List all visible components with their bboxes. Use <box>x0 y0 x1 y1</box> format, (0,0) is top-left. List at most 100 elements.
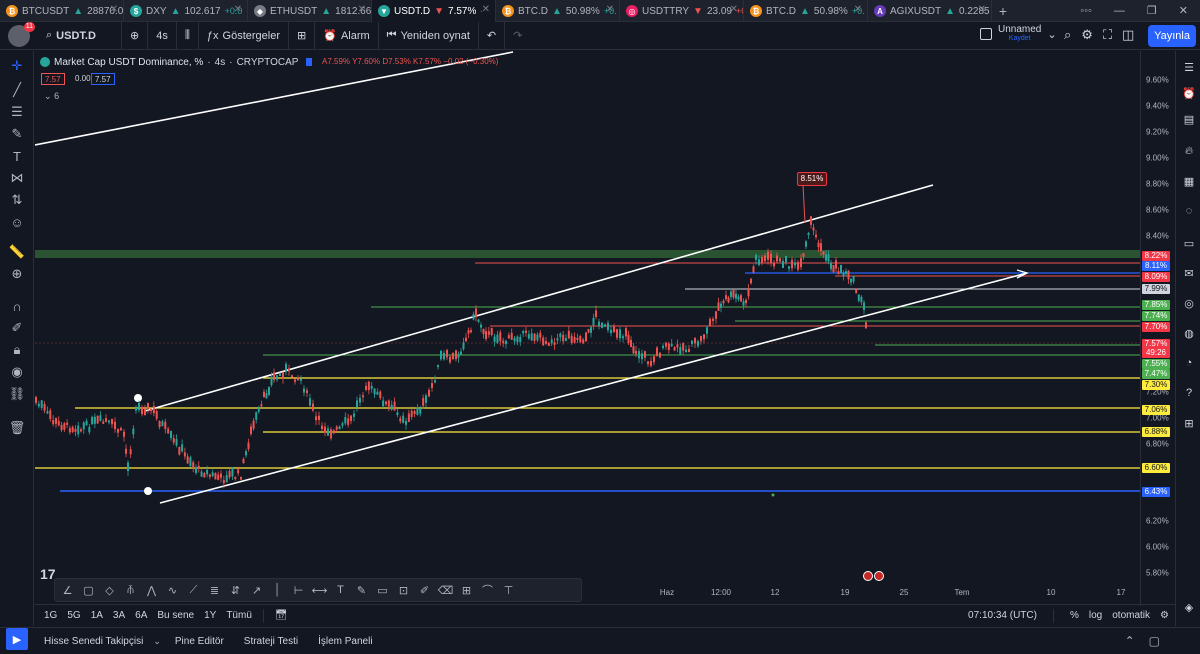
eraser-icon[interactable]: ⌫ <box>435 580 456 600</box>
path-icon[interactable]: ⟋ <box>183 580 204 600</box>
publish-button[interactable]: Yayınla <box>1148 25 1196 47</box>
link-icon[interactable]: ⛓ <box>7 385 27 403</box>
quick-search-icon[interactable]: ⌕ <box>1064 27 1071 43</box>
text-icon[interactable]: T <box>330 580 351 600</box>
alerts-clock-icon[interactable]: ⏰ <box>1181 85 1197 101</box>
settings-gear-icon[interactable]: ⚙ <box>1081 27 1093 43</box>
event-flags[interactable] <box>863 571 884 581</box>
broadcast-icon[interactable]: ◍ <box>1181 325 1197 341</box>
avatar[interactable]: 11 <box>8 21 35 47</box>
price-axis[interactable]: 9.60%9.40%9.20%9.00%8.80%8.60%8.40%8.20%… <box>1140 51 1175 606</box>
calendar-icon[interactable]: ▦ <box>1181 173 1197 189</box>
price-level-label[interactable]: 6.43% <box>1142 487 1170 497</box>
price-level-label[interactable]: 8.11% <box>1142 261 1170 271</box>
footer-tab[interactable]: Pine Editör <box>165 636 234 647</box>
compare-button[interactable]: ⊕ <box>122 21 149 50</box>
watchlist-icon[interactable]: ☰ <box>1181 59 1197 75</box>
stay-drawing-icon[interactable]: ✐ <box>7 319 27 337</box>
close-tab-icon[interactable]: ✕ <box>358 4 366 15</box>
camera-icon[interactable]: ◫ <box>1122 27 1134 43</box>
streams-icon[interactable]: ◎ <box>1181 295 1197 311</box>
price-level-label[interactable]: 6.60% <box>1142 463 1170 473</box>
highlighter-icon[interactable]: ✐ <box>414 580 435 600</box>
close-window-icon[interactable]: ✕ <box>1179 4 1188 17</box>
emoji-icon[interactable]: ☺ <box>7 213 27 231</box>
range-button[interactable]: 5G <box>62 610 85 621</box>
templates-button[interactable]: ⊞ <box>289 21 316 50</box>
brush-icon[interactable]: ✎ <box>351 580 372 600</box>
axis-settings-icon[interactable]: ⚙ <box>1160 610 1169 621</box>
price-level-label[interactable]: 8.22% <box>1142 251 1170 261</box>
help-icon[interactable]: ? <box>1181 385 1197 401</box>
new-tab-button[interactable]: + <box>992 0 1014 21</box>
vertical-line-icon[interactable]: │ <box>267 580 288 600</box>
messages-icon[interactable]: ✉ <box>1181 265 1197 281</box>
hotlist-fire-icon[interactable]: 🔥︎ <box>1181 143 1197 159</box>
undo-button[interactable]: ↶ <box>479 21 506 50</box>
flag-icon[interactable] <box>306 58 313 66</box>
goto-date-icon[interactable]: 📅︎ <box>270 610 293 621</box>
chart-legend[interactable]: Market Cap USDT Dominance, % · 4s · CRYP… <box>40 55 313 69</box>
price-range-icon[interactable]: ⊞ <box>456 580 477 600</box>
tab-btc-d[interactable]: ₿ BTC.D ▲ 50.98% +0. ✕ <box>496 0 620 22</box>
ruler-icon[interactable]: 📏 <box>7 243 27 261</box>
prediction-icon[interactable]: ⇅ <box>7 191 27 209</box>
range-button[interactable]: Bu sene <box>152 610 199 621</box>
crosshair-icon[interactable]: ✛ <box>7 57 27 75</box>
save-label[interactable]: Kaydet <box>1009 35 1031 43</box>
callout-icon[interactable]: ▭ <box>372 580 393 600</box>
price-level-label[interactable]: 7.70% <box>1142 322 1170 332</box>
range-button[interactable]: 3A <box>108 610 130 621</box>
fullscreen-icon[interactable]: ⛶ <box>1103 27 1112 43</box>
price-level-label[interactable]: 7.30% <box>1142 380 1170 390</box>
footer-tab[interactable]: Hisse Senedi Takipçisi <box>34 636 153 647</box>
measure-icon[interactable]: ⊡ <box>393 580 414 600</box>
tab-ethusdt[interactable]: ◆ ETHUSDT ▲ 1812.66 ✕ <box>248 0 372 22</box>
tab-btc-d[interactable]: ₿ BTC.D ▲ 50.98% +0. ✕ <box>744 0 868 22</box>
layout-name-button[interactable]: Unnamed Kaydet ⌄ <box>980 25 1057 43</box>
price-level-label[interactable]: 7.06% <box>1142 405 1170 415</box>
price-level-label[interactable]: 6.88% <box>1142 427 1170 437</box>
price-level-label[interactable]: 7.47% <box>1142 369 1170 379</box>
price-level-label[interactable]: 8.09% <box>1142 272 1170 282</box>
tab-usdttry[interactable]: ◎USDTTRY▼23.09+0.✕ <box>620 0 744 22</box>
close-tab-icon[interactable]: ✕ <box>854 4 862 15</box>
range-button[interactable]: 1A <box>86 610 108 621</box>
ray-icon[interactable]: ↗ <box>246 580 267 600</box>
long-position-icon[interactable]: ⇵ <box>225 580 246 600</box>
close-tab-icon[interactable]: ✕ <box>110 4 118 15</box>
chart-pane[interactable] <box>35 51 1140 581</box>
maximize-panel-icon[interactable]: ▢ <box>1149 634 1160 648</box>
range-button[interactable]: 6A <box>130 610 152 621</box>
symbol-search-button[interactable]: ⌕ USDT.D <box>38 21 122 50</box>
close-tab-icon[interactable]: ✕ <box>606 4 614 15</box>
range-button[interactable]: 1Y <box>199 610 221 621</box>
maximize-icon[interactable]: ❐ <box>1147 4 1157 17</box>
collapse-panel-icon[interactable]: ⌃ <box>1125 634 1135 648</box>
rectangle-icon[interactable]: ▢ <box>78 580 99 600</box>
pattern-icon[interactable]: ⋈ <box>7 169 27 187</box>
curve-icon[interactable]: ⌒ <box>477 580 498 600</box>
close-tab-icon[interactable]: ✕ <box>234 4 242 15</box>
pitchfork-icon[interactable]: ⫚ <box>120 580 141 600</box>
auto-toggle[interactable]: otomatik <box>1112 610 1150 621</box>
more-icon[interactable]: ◦◦◦ <box>1080 5 1092 17</box>
log-toggle[interactable]: log <box>1089 610 1102 621</box>
tab-agixusdt[interactable]: A AGIXUSDT ▲ 0.2285 ✕ <box>868 0 992 22</box>
chat-icon[interactable]: ▭ <box>1181 235 1197 251</box>
rotated-rect-icon[interactable]: ◇ <box>99 580 120 600</box>
zoom-in-icon[interactable]: ⊕ <box>7 265 27 283</box>
event-marker-1[interactable] <box>134 394 142 402</box>
pine-icon[interactable]: ⊞ <box>1181 415 1197 431</box>
date-range-icon[interactable]: ⟷ <box>309 580 330 600</box>
fib-icon[interactable]: ☰ <box>7 103 27 121</box>
price-chart[interactable] <box>35 51 1140 581</box>
eye-icon[interactable]: ◉ <box>7 363 27 381</box>
sell-price-box[interactable]: 7.57 <box>41 73 65 85</box>
buy-price-box[interactable]: 7.57 <box>91 73 115 85</box>
horizontal-ray-icon[interactable]: ⊢ <box>288 580 309 600</box>
price-level-label[interactable]: 7.55% <box>1142 359 1170 369</box>
range-button[interactable]: Tümü <box>221 610 257 621</box>
tab-dxy[interactable]: $ DXY ▲ 102.617 +0.0 ✕ <box>124 0 248 22</box>
interval-button[interactable]: 4s <box>148 21 177 50</box>
